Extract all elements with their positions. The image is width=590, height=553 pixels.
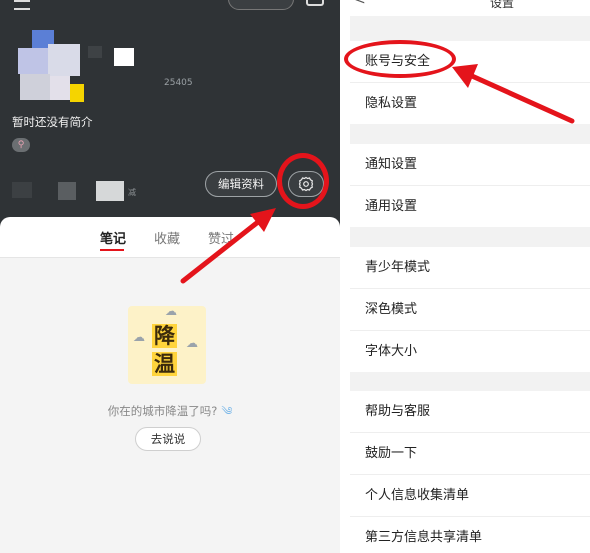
arrow-to-account-security: [452, 64, 575, 124]
annotation-arrows: [180, 64, 575, 284]
arrow-to-settings: [180, 208, 276, 284]
